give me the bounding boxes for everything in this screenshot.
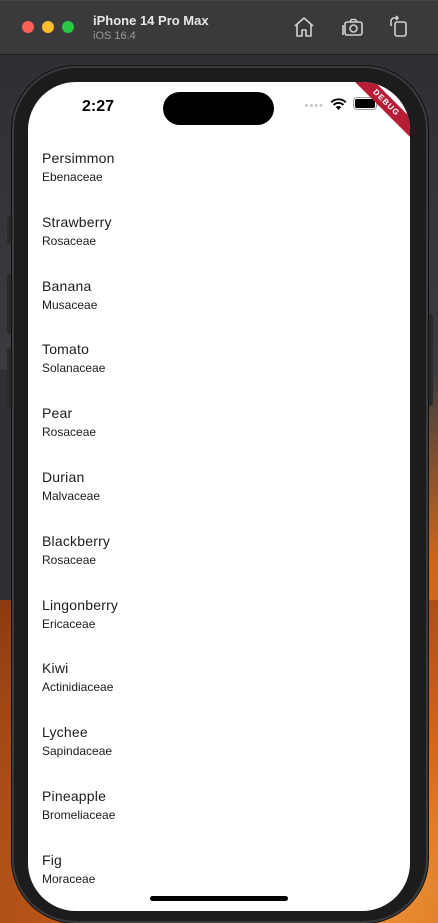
device-name: iPhone 14 Pro Max xyxy=(93,13,209,28)
fruit-family: Musaceae xyxy=(42,297,98,312)
silent-switch xyxy=(7,216,11,244)
fruit-name: Kiwi xyxy=(42,660,69,677)
home-icon[interactable] xyxy=(292,15,316,39)
signal-dots-icon: •••• xyxy=(304,100,324,112)
fruit-list: Persimmon Ebenaceae Strawberry Rosaceae Bana… xyxy=(42,150,410,911)
fruit-family: Solanaceae xyxy=(42,361,106,376)
list-item[interactable]: Tomato Solanaceae xyxy=(42,341,410,405)
fruit-name: Fig xyxy=(42,851,63,868)
list-item[interactable]: Pear Rosaceae xyxy=(42,405,410,469)
fruit-family: Rosaceae xyxy=(42,425,97,440)
fruit-family: Rosaceae xyxy=(42,552,97,567)
power-button xyxy=(429,314,433,406)
fruit-family: Malvaceae xyxy=(42,488,101,503)
list-item[interactable]: Durian Malvaceae xyxy=(42,469,410,533)
home-indicator[interactable] xyxy=(150,896,288,901)
list-item[interactable]: Persimmon Ebenaceae xyxy=(42,150,410,214)
fruit-name: Persimmon xyxy=(42,150,115,166)
simulator-title-bar: iPhone 14 Pro Max iOS 16.4 xyxy=(0,0,438,55)
fruit-name: Blackberry xyxy=(42,532,111,549)
status-icons: •••• xyxy=(304,97,380,115)
fruit-name: Banana xyxy=(42,277,92,294)
fruit-family: Moraceae xyxy=(42,871,96,886)
minimize-window-button[interactable] xyxy=(42,21,54,33)
fruit-name: Lingonberry xyxy=(42,596,119,613)
fruit-family: Rosaceae xyxy=(42,233,97,248)
volume-up-button xyxy=(7,274,11,334)
fruit-name: Lychee xyxy=(42,724,88,741)
list-item[interactable]: Pineapple Bromeliaceae xyxy=(42,788,410,852)
zoom-window-button[interactable] xyxy=(62,21,74,33)
list-item[interactable]: Fig Moraceae xyxy=(42,852,410,911)
wifi-icon xyxy=(330,97,347,115)
status-time: 2:27 xyxy=(82,98,115,115)
list-item[interactable]: Lychee Sapindaceae xyxy=(42,724,410,788)
dynamic-island xyxy=(163,92,274,125)
screenshot-icon[interactable] xyxy=(341,15,365,39)
fruit-name: Strawberry xyxy=(42,213,112,230)
fruit-name: Pear xyxy=(42,405,73,422)
fruit-name: Tomato xyxy=(42,341,90,358)
volume-down-button xyxy=(7,348,11,408)
phone-screen: 2:27 •••• DEBUG Persimmon Ebenaceae Strawb… xyxy=(28,82,410,911)
list-item[interactable]: Blackberry Rosaceae xyxy=(42,533,410,597)
list-item[interactable]: Lingonberry Ericaceae xyxy=(42,597,410,661)
fruit-family: Ebenaceae xyxy=(42,170,103,184)
close-window-button[interactable] xyxy=(22,21,34,33)
fruit-family: Actinidiaceae xyxy=(42,680,114,695)
fruit-family: Bromeliaceae xyxy=(42,807,116,822)
fruit-name: Durian xyxy=(42,468,85,485)
list-item[interactable]: Banana Musaceae xyxy=(42,278,410,342)
fruit-family: Sapindaceae xyxy=(42,744,113,759)
fruit-name: Pineapple xyxy=(42,787,107,804)
list-item[interactable]: Strawberry Rosaceae xyxy=(42,214,410,278)
list-item[interactable]: Kiwi Actinidiaceae xyxy=(42,660,410,724)
fruit-family: Ericaceae xyxy=(42,616,96,631)
rotate-icon[interactable] xyxy=(387,15,411,39)
os-version: iOS 16.4 xyxy=(93,30,136,42)
